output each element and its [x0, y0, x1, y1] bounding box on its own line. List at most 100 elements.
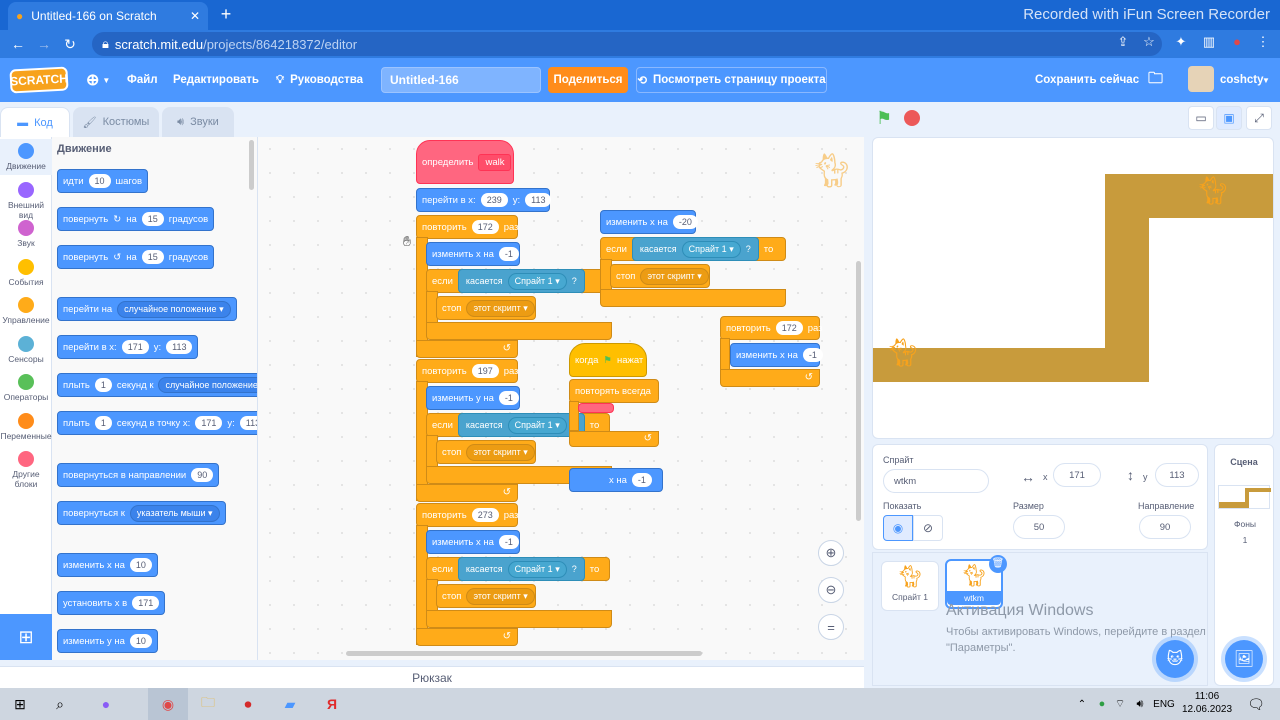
- see-project-page-button[interactable]: ⟲ Посмотреть страницу проекта: [636, 67, 827, 93]
- extensions-icon[interactable]: ✦: [1172, 34, 1190, 50]
- close-tab-icon[interactable]: ✕: [190, 9, 200, 23]
- block-move-steps[interactable]: идти 10 шагов: [57, 169, 149, 193]
- notifications-icon[interactable]: 🗨︎: [1236, 688, 1276, 720]
- tab-sounds[interactable]: 🔊︎ Звуки: [162, 107, 234, 137]
- block-change-y[interactable]: изменить у на -1: [426, 386, 520, 410]
- forward-icon[interactable]: →: [31, 36, 57, 52]
- file-explorer-icon[interactable]: 🗀︎: [188, 688, 228, 720]
- save-now-button[interactable]: Сохранить сейчас: [1035, 58, 1139, 102]
- block-change-y[interactable]: изменить у на 10: [57, 629, 158, 653]
- script-workspace[interactable]: 🐈︎ определить walk перейти в x: 239 у: 113 п…: [258, 137, 864, 660]
- stage[interactable]: 🐈︎ 🐈︎: [872, 137, 1274, 439]
- workspace-vertical-scrollbar[interactable]: [856, 261, 861, 521]
- sprite1-cat-icon[interactable]: 🐈︎: [885, 334, 921, 372]
- block-glide[interactable]: плыть 1 секунд к случайное положение: [57, 373, 257, 397]
- choose-sprite-button[interactable]: 🐱︎: [1156, 640, 1194, 678]
- yandex-browser-icon[interactable]: Я: [312, 688, 352, 720]
- bookmark-star-icon[interactable]: ☆: [1140, 34, 1158, 50]
- block-repeat[interactable]: повторить 172 раз: [416, 215, 519, 239]
- tab-costumes[interactable]: 🖌︎ Костюмы: [73, 107, 159, 137]
- block-turn-right[interactable]: повернуть ↻ на 15 градусов: [57, 207, 215, 231]
- taskbar-clock[interactable]: 11:06 12.06.2023: [1180, 690, 1234, 716]
- block-change-x[interactable]: изменить х на -20: [600, 210, 698, 234]
- new-tab-button[interactable]: +: [216, 4, 236, 24]
- sprite-name-input[interactable]: wtkm: [883, 469, 989, 493]
- backpack[interactable]: Рюкзак: [0, 666, 864, 688]
- palette-scrollbar[interactable]: [249, 140, 254, 190]
- choose-backdrop-button[interactable]: 🖼︎: [1225, 640, 1263, 678]
- category-5[interactable]: Сенсоры: [0, 335, 52, 364]
- category-2[interactable]: Звук: [0, 220, 52, 248]
- language-menu[interactable]: ⊕ ▼: [86, 58, 110, 102]
- stop-button[interactable]: [904, 110, 920, 126]
- scratch-logo[interactable]: SCRATCH: [9, 66, 69, 94]
- chrome-menu-icon[interactable]: ⋮: [1254, 34, 1272, 50]
- account-caret-icon[interactable]: ▼: [1262, 58, 1270, 102]
- block-change-x[interactable]: изменить x на 10: [57, 553, 158, 577]
- block-change-x[interactable]: изменить х на -1: [426, 242, 520, 266]
- add-extension-button[interactable]: ⊞: [0, 614, 52, 660]
- block-turn-left[interactable]: повернуть ↺ на 15 градусов: [57, 245, 215, 269]
- fullscreen-button[interactable]: ⤢: [1246, 106, 1272, 130]
- sprite-x-input[interactable]: 171: [1053, 463, 1101, 487]
- side-panel-icon[interactable]: ▥: [1200, 34, 1218, 50]
- zoom-reset-button[interactable]: =: [818, 614, 844, 640]
- green-flag-button[interactable]: ⚑: [876, 108, 892, 129]
- zoom-out-button[interactable]: ⊖: [818, 577, 844, 603]
- category-7[interactable]: Переменные: [0, 412, 52, 441]
- block-call-walk-partial[interactable]: [578, 403, 614, 413]
- delete-sprite-trash-icon[interactable]: 🗑︎: [989, 555, 1007, 573]
- category-0[interactable]: Движение: [0, 143, 52, 171]
- zoom-in-button[interactable]: ⊕: [818, 540, 844, 566]
- backdrop-thumbnail[interactable]: [1218, 485, 1271, 509]
- file-menu[interactable]: Файл: [127, 58, 158, 102]
- normal-stage-button[interactable]: ▣: [1216, 106, 1242, 130]
- block-repeat[interactable]: повторить 197 раз: [416, 359, 519, 383]
- block-change-x-partial[interactable]: х на -1: [569, 468, 663, 492]
- block-glide-xy[interactable]: плыть1секунд в точку x:171y:113: [57, 411, 257, 435]
- search-icon[interactable]: ⌕: [40, 688, 80, 720]
- category-8[interactable]: Другие блоки: [0, 451, 52, 489]
- block-stop[interactable]: стоп этот скрипт ▾: [436, 296, 536, 320]
- block-change-x[interactable]: изменить х на -1: [426, 530, 520, 554]
- block-stop[interactable]: стоп этот скрипт ▾: [610, 264, 710, 288]
- username[interactable]: coshcty: [1220, 58, 1263, 102]
- my-stuff-folder-icon[interactable]: 🗀︎: [1148, 58, 1163, 102]
- block-goto-xy[interactable]: перейти в x: 239 у: 113: [416, 188, 552, 212]
- direction-input[interactable]: 90: [1139, 515, 1191, 539]
- category-1[interactable]: Внешний вид: [0, 181, 52, 220]
- assistant-icon[interactable]: ●: [86, 688, 126, 720]
- edit-menu[interactable]: Редактировать: [173, 58, 259, 102]
- profile-icon[interactable]: ●: [1228, 34, 1246, 49]
- block-change-x[interactable]: изменить х на -1: [730, 343, 823, 367]
- sprite-thumb[interactable]: 🐈︎ Спрайт 1: [881, 561, 939, 611]
- block-repeat[interactable]: повторить 273 раз: [416, 503, 519, 527]
- back-icon[interactable]: ←: [5, 36, 31, 52]
- size-input[interactable]: 50: [1013, 515, 1065, 539]
- block-set-x[interactable]: установить x в 171: [57, 591, 166, 615]
- share-button[interactable]: Поделиться: [548, 67, 628, 93]
- block-goto-xy[interactable]: перейти в x: 171 y: 113: [57, 335, 199, 359]
- block-stop[interactable]: стоп этот скрипт ▾: [436, 440, 536, 464]
- windows-start-icon[interactable]: ⊞: [0, 688, 40, 720]
- reload-icon[interactable]: ↻: [57, 36, 83, 53]
- hide-eye-slash-icon[interactable]: ⊘: [913, 515, 943, 541]
- recorder-taskbar-icon[interactable]: ⏺︎: [228, 688, 268, 720]
- sprite-y-input[interactable]: 113: [1155, 463, 1199, 487]
- category-4[interactable]: Управление: [0, 297, 52, 325]
- show-visible-eye-icon[interactable]: ◉: [883, 515, 913, 541]
- project-title-input[interactable]: Untitled-166: [381, 67, 541, 93]
- block-point-direction[interactable]: повернуться в направлении 90: [57, 463, 220, 487]
- share-page-icon[interactable]: ⇪: [1114, 34, 1132, 50]
- tab-code[interactable]: ▬ Код: [0, 107, 70, 137]
- block-when-flag-clicked[interactable]: когда ⚑ нажат: [569, 343, 647, 377]
- category-3[interactable]: События: [0, 258, 52, 287]
- block-if[interactable]: есликасаетсяСпрайт 1 ▾?то: [600, 237, 786, 261]
- block-define[interactable]: определить walk: [416, 140, 514, 184]
- workspace-horizontal-scrollbar[interactable]: [346, 651, 702, 656]
- address-bar[interactable]: 🔒︎ scratch.mit.edu/projects/864218372/ed…: [92, 32, 1162, 56]
- category-6[interactable]: Операторы: [0, 374, 52, 402]
- block-goto[interactable]: перейти на случайное положение ▾: [57, 297, 237, 321]
- block-if[interactable]: если касается Спрайт 1 ▾?: [426, 269, 610, 293]
- block-forever[interactable]: повторять всегда: [569, 379, 659, 403]
